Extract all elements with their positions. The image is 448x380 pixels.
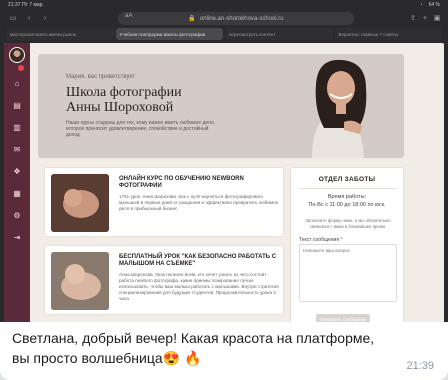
divider xyxy=(299,188,397,189)
shared-screenshot-photo[interactable]: 21:37 Пт 7 мар. ◔ 64 % ▭ ‹ › 🔒 online.an-… xyxy=(0,0,448,330)
sidebar-toggle-icon[interactable]: ▭ xyxy=(8,15,18,23)
mail-icon[interactable]: ✉ xyxy=(12,145,22,155)
forward-icon[interactable]: › xyxy=(40,15,50,23)
browser-tab[interactable]: пересмотреть контент xyxy=(225,28,333,40)
browser-toolbar: ▭ ‹ › 🔒 online.an-shorokhova-school.ru а… xyxy=(0,10,448,28)
wifi-icon: ◔ xyxy=(419,2,423,8)
course-list: ОНЛАЙН КУРС ПО ОБУЧЕНИЮ NEWBORN ФОТОГРАФ… xyxy=(44,167,284,330)
add-tab-icon[interactable]: + xyxy=(420,15,430,23)
support-title: ОТДЕЛ ЗАБОТЫ xyxy=(318,176,376,183)
sidebar: ⌂ ▤ ▥ ✉ ❖ ▦ ⚙ ⇥ xyxy=(4,43,30,330)
course-card[interactable]: БЕСПЛАТНЫЙ УРОК "КАК БЕЗОПАСНО РАБОТАТЬ … xyxy=(44,245,284,315)
course-description: Анна Шорохова. Урок полезен всем, кто хо… xyxy=(119,272,279,301)
address-bar[interactable]: 🔒 online.an-shorokhova-school.ru xyxy=(118,12,354,25)
hero-title: Школа фотографии Анны Шороховой xyxy=(66,85,182,115)
settings-icon[interactable]: ⚙ xyxy=(12,211,22,221)
newborn-photo xyxy=(51,252,109,310)
gift-icon[interactable]: ❖ xyxy=(12,167,22,177)
web-page: ⌂ ▤ ▥ ✉ ❖ ▦ ⚙ ⇥ Мария, вас приветствует … xyxy=(4,43,444,330)
address-text: online.an-shorokhova-school.ru xyxy=(199,15,284,22)
browser-tab[interactable]: мастерская моего имени рынок xyxy=(6,28,114,40)
browser-tabs: мастерская моего имени рынок Учебная пла… xyxy=(0,28,448,42)
lock-icon: 🔒 xyxy=(188,16,196,22)
hero-subtitle: Наши курсы созданы для тех, кому важно и… xyxy=(66,120,216,138)
back-icon[interactable]: ‹ xyxy=(24,15,34,23)
support-panel: ОТДЕЛ ЗАБОТЫ Время работы: Пн-Вс с 11:00… xyxy=(290,167,404,330)
course-description: 1751 урок. Анна Шорохова. Как с нуля нау… xyxy=(119,194,279,211)
hours-label: Время работы: xyxy=(327,194,367,200)
message-field-label: Текст сообщения * xyxy=(299,237,342,243)
message-time: 21:39 xyxy=(406,360,434,372)
course-title: БЕСПЛАТНЫЙ УРОК "КАК БЕЗОПАСНО РАБОТАТЬ … xyxy=(119,254,277,267)
course-title: ОНЛАЙН КУРС ПО ОБУЧЕНИЮ NEWBORN ФОТОГРАФ… xyxy=(119,176,244,189)
browser-tab[interactable]: Вероятно: главные 7 советы xyxy=(334,28,442,40)
logout-icon[interactable]: ⇥ xyxy=(12,233,22,243)
hours-value: Пн-Вс с 11:00 до 18:00 по мск. xyxy=(308,202,386,208)
chart-icon[interactable]: ▥ xyxy=(12,123,22,133)
support-note: Заполните форму ниже, и мы обязательно с… xyxy=(305,218,391,229)
hero-greeting: Мария, вас приветствует xyxy=(66,74,136,80)
avatar[interactable] xyxy=(9,47,25,63)
home-icon[interactable]: ⌂ xyxy=(12,79,22,89)
course-card[interactable]: ОНЛАЙН КУРС ПО ОБУЧЕНИЮ NEWBORN ФОТОГРАФ… xyxy=(44,167,284,237)
required-mark: * xyxy=(340,237,343,243)
browser-tab-active[interactable]: Учебная платформа Школы фотографии xyxy=(115,28,223,40)
calendar-icon[interactable]: ▦ xyxy=(12,189,22,199)
tabs-overview-icon[interactable]: ▣ xyxy=(432,15,442,23)
chat-message-text: Светлана, добрый вечер! Какая красота на… xyxy=(12,330,375,366)
chat-message-bubble: Светлана, добрый вечер! Какая красота на… xyxy=(0,322,448,380)
reader-toggle[interactable]: аА xyxy=(125,13,132,19)
newborn-photo xyxy=(51,174,109,232)
status-time: 21:37 xyxy=(8,2,21,8)
status-bar: 21:37 Пт 7 мар. ◔ 64 % xyxy=(0,0,448,10)
hero-banner: Мария, вас приветствует Школа фотографии… xyxy=(38,54,404,158)
courses-icon[interactable]: ▤ xyxy=(12,101,22,111)
teacher-portrait xyxy=(312,59,367,158)
share-icon[interactable]: ⇪ xyxy=(408,15,418,23)
notification-badge xyxy=(18,65,24,71)
message-textarea[interactable] xyxy=(299,244,397,302)
message-field-label-text: Текст сообщения xyxy=(299,237,340,243)
status-date: Пт 7 мар. xyxy=(22,2,44,8)
battery-level: 64 % xyxy=(428,2,440,8)
